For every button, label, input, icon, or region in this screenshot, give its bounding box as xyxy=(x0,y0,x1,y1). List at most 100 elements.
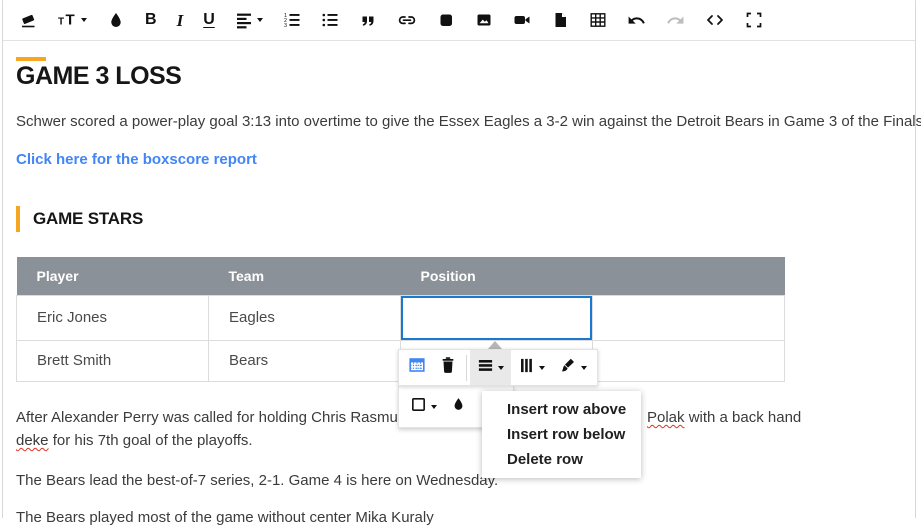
column-options-button[interactable] xyxy=(511,350,552,385)
align-icon xyxy=(235,11,253,29)
unordered-list-icon xyxy=(321,11,339,29)
cell-player-2[interactable]: Brett Smith xyxy=(17,340,209,381)
popup-separator xyxy=(466,355,467,381)
paragraph-2-line-1: After Alexander Perry was called for hol… xyxy=(16,408,430,428)
text-size-icon: TT xyxy=(57,11,77,29)
redo-button[interactable] xyxy=(656,0,695,40)
text-color-button[interactable] xyxy=(97,0,135,40)
chevron-down-icon xyxy=(81,18,87,22)
link-icon xyxy=(397,11,417,29)
chevron-down-icon xyxy=(539,366,545,370)
svg-text:T: T xyxy=(58,17,64,28)
delete-table-button[interactable] xyxy=(433,350,463,385)
link-button[interactable] xyxy=(387,0,427,40)
underline-button[interactable]: U xyxy=(193,0,225,40)
misspelled-word: Polak xyxy=(647,409,685,426)
image-icon xyxy=(475,11,493,29)
paragraph-2-text: with a back hand xyxy=(685,409,802,426)
page-title: GAME 3 LOSS xyxy=(16,62,181,91)
column-header-player: Player xyxy=(17,257,209,295)
table-header-row: Player Team Position xyxy=(17,257,785,295)
trash-icon xyxy=(440,356,456,379)
filled-square-icon xyxy=(437,11,455,29)
undo-button[interactable] xyxy=(617,0,656,40)
paragraph-4: The Bears played most of the game withou… xyxy=(16,508,434,528)
italic-icon: I xyxy=(177,12,184,29)
paintbrush-icon xyxy=(559,356,577,379)
insert-video-button[interactable] xyxy=(503,0,541,40)
column-header-blank xyxy=(593,257,785,295)
code-icon xyxy=(705,11,725,29)
select-table-button[interactable] xyxy=(401,350,433,385)
align-button[interactable] xyxy=(225,0,273,40)
svg-text:T: T xyxy=(66,12,75,29)
table-popup-toolbar xyxy=(398,349,598,386)
section-heading: GAME STARS xyxy=(16,206,143,232)
cell-fill-button[interactable] xyxy=(444,386,473,427)
cell-border-button[interactable] xyxy=(403,386,444,427)
fill-droplet-icon xyxy=(451,396,466,417)
menu-item-delete-row[interactable]: Delete row xyxy=(482,447,641,472)
row-options-button[interactable] xyxy=(470,350,511,385)
columns-icon xyxy=(518,357,535,379)
undo-icon xyxy=(627,11,646,30)
file-icon xyxy=(551,11,569,29)
column-header-position: Position xyxy=(401,257,593,295)
table-grid-icon xyxy=(589,11,607,29)
row-options-menu: Insert row above Insert row below Delete… xyxy=(482,391,641,478)
insert-shape-button[interactable] xyxy=(427,0,465,40)
insert-image-button[interactable] xyxy=(465,0,503,40)
underline-icon: U xyxy=(203,12,215,28)
cell-team-1[interactable]: Eagles xyxy=(209,295,401,340)
cell-blank-1[interactable] xyxy=(593,295,785,340)
boxscore-link[interactable]: Click here for the boxscore report xyxy=(16,150,257,170)
menu-item-insert-row-above[interactable]: Insert row above xyxy=(482,397,641,422)
html-code-button[interactable] xyxy=(695,0,735,40)
redo-icon xyxy=(666,11,685,30)
fullscreen-button[interactable] xyxy=(735,0,773,40)
blockquote-button[interactable] xyxy=(349,0,387,40)
italic-button[interactable]: I xyxy=(167,0,194,40)
title-accent-bar xyxy=(16,57,46,61)
chevron-down-icon xyxy=(581,366,587,370)
paragraph-2-fragment-2: Polak with a back hand xyxy=(647,408,801,428)
ordered-list-icon: 123 xyxy=(283,11,301,29)
cell-blank-2[interactable] xyxy=(593,340,785,381)
rows-icon xyxy=(477,357,494,379)
paragraph-3: The Bears lead the best-of-7 series, 2-1… xyxy=(16,471,498,491)
cell-style-button[interactable] xyxy=(552,350,594,385)
bold-icon: B xyxy=(145,12,157,28)
square-outline-icon xyxy=(410,396,427,418)
cell-player-1[interactable]: Eric Jones xyxy=(17,295,209,340)
eraser-icon xyxy=(19,11,37,29)
menu-item-insert-row-below[interactable]: Insert row below xyxy=(482,422,641,447)
column-header-team: Team xyxy=(209,257,401,295)
table-row: Eric Jones Eagles xyxy=(17,295,785,340)
selected-cell[interactable] xyxy=(401,295,593,340)
clear-formatting-button[interactable] xyxy=(9,0,47,40)
svg-text:3: 3 xyxy=(284,23,287,29)
misspelled-word: deke xyxy=(16,432,49,449)
chevron-down-icon xyxy=(431,405,437,409)
popup-arrow xyxy=(488,341,502,349)
unordered-list-button[interactable] xyxy=(311,0,349,40)
ordered-list-button[interactable]: 123 xyxy=(273,0,311,40)
table-select-icon xyxy=(408,356,426,379)
editor-toolbar: TT B I U 123 xyxy=(3,0,915,41)
chevron-down-icon xyxy=(257,18,263,22)
insert-file-button[interactable] xyxy=(541,0,579,40)
cell-team-2[interactable]: Bears xyxy=(209,340,401,381)
fullscreen-icon xyxy=(745,11,763,29)
bold-button[interactable]: B xyxy=(135,0,167,40)
lead-paragraph: Schwer scored a power-play goal 3:13 int… xyxy=(16,112,921,132)
quote-icon xyxy=(359,11,377,29)
paragraph-2-text: for his 7th goal of the playoffs. xyxy=(49,432,253,449)
chevron-down-icon xyxy=(498,366,504,370)
font-size-button[interactable]: TT xyxy=(47,0,97,40)
section-title: GAME STARS xyxy=(33,209,143,229)
insert-table-button[interactable] xyxy=(579,0,617,40)
video-camera-icon xyxy=(513,11,531,29)
paragraph-2-text: After Alexander Perry was called for hol… xyxy=(16,409,430,426)
droplet-icon xyxy=(107,11,125,29)
paragraph-2-line-2: deke for his 7th goal of the playoffs. xyxy=(16,431,253,451)
